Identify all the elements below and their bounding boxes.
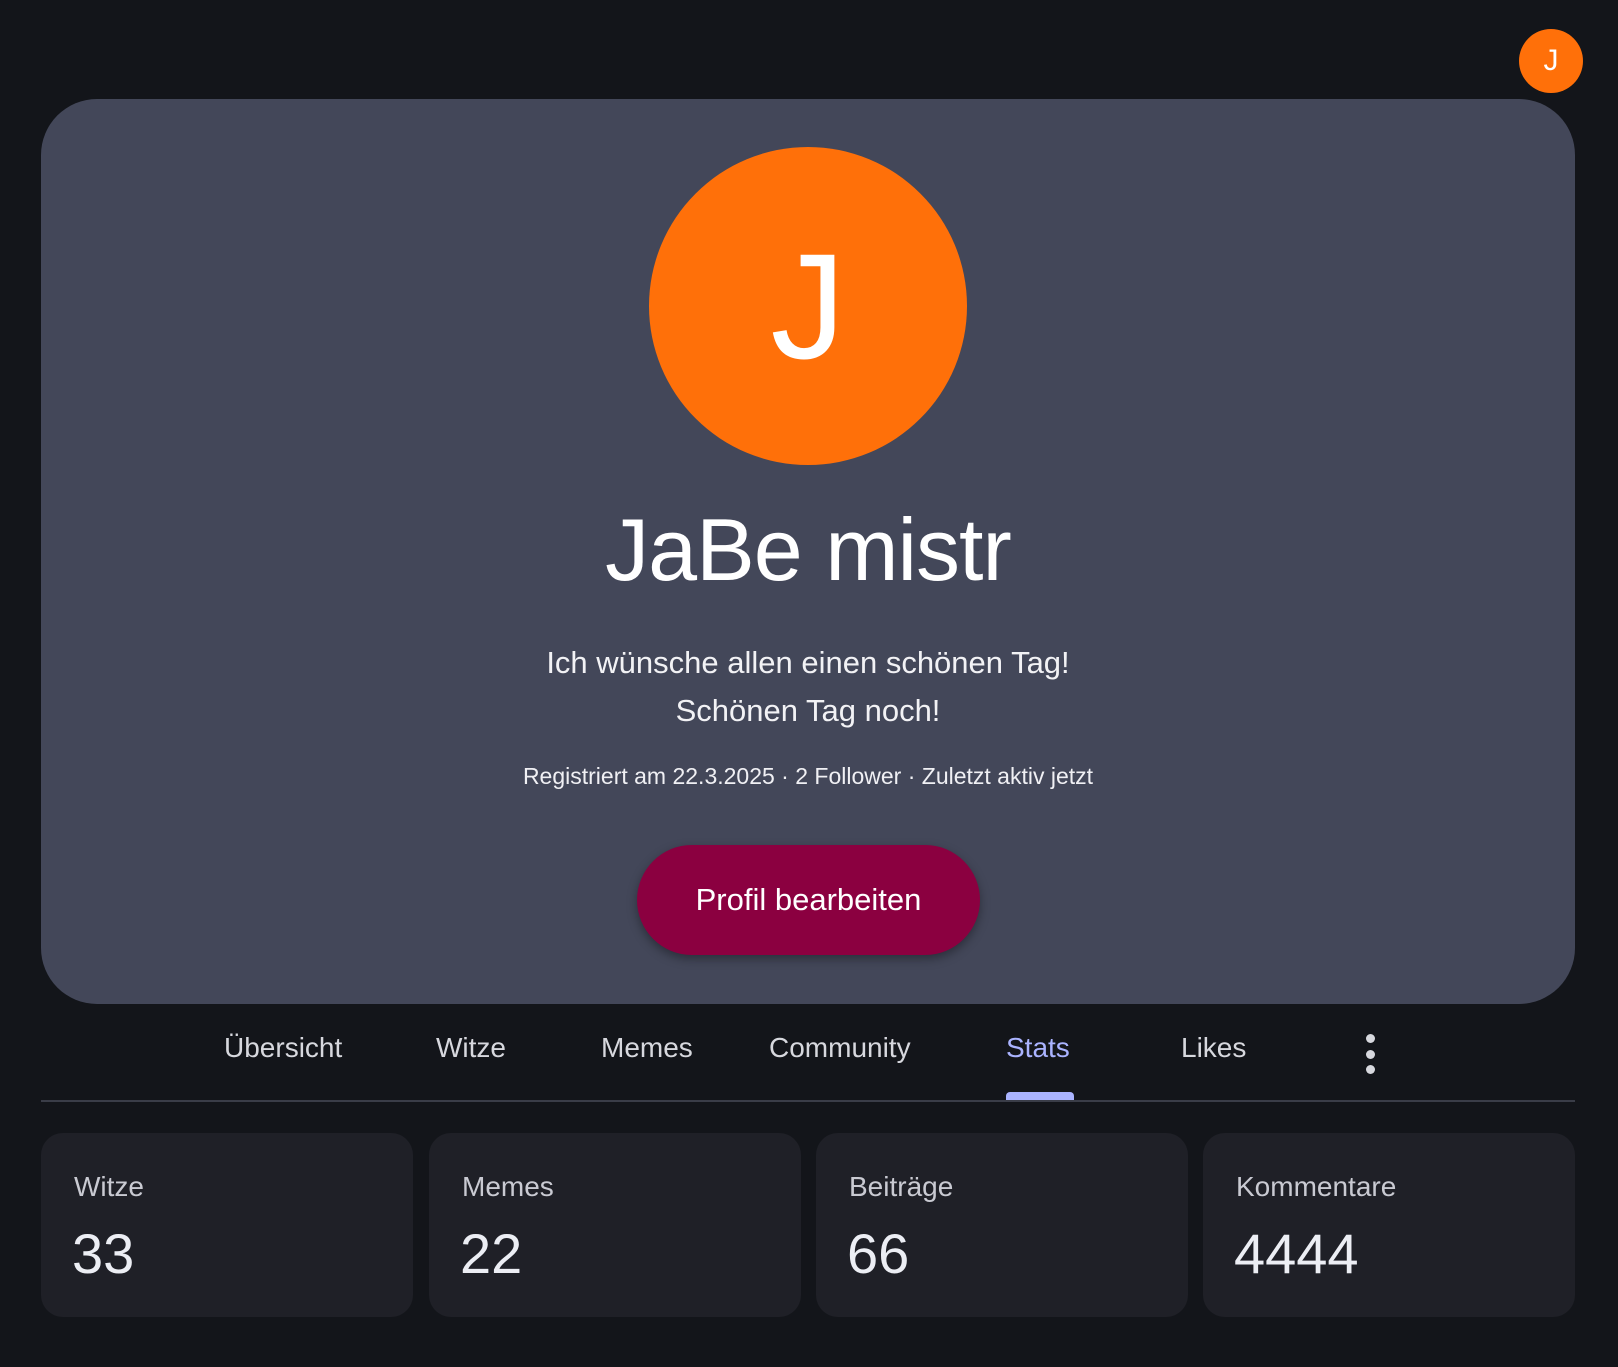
stat-card-beitraege: Beiträge 66 (816, 1133, 1188, 1317)
stat-label: Kommentare (1236, 1171, 1397, 1202)
stat-card-memes: Memes 22 (429, 1133, 801, 1317)
tab-uebersicht[interactable]: Übersicht (224, 1032, 342, 1064)
tab-community[interactable]: Community (769, 1032, 911, 1064)
profile-bio-line: Schönen Tag noch! (675, 693, 941, 728)
stat-value: 66 (847, 1222, 910, 1285)
stat-value: 22 (460, 1222, 523, 1285)
tab-memes[interactable]: Memes (601, 1032, 693, 1064)
profile-avatar-initial: J (770, 221, 846, 390)
profile-bio: Ich wünsche allen einen schönen Tag! Sch… (41, 639, 1575, 735)
stat-label: Memes (462, 1171, 554, 1202)
stat-label: Witze (74, 1171, 144, 1202)
header-avatar-button[interactable]: J (1519, 29, 1583, 93)
stat-card-kommentare: Kommentare 4444 (1203, 1133, 1575, 1317)
active-tab-indicator (1006, 1092, 1074, 1100)
stat-value: 4444 (1234, 1222, 1359, 1285)
stat-label: Beiträge (849, 1171, 954, 1202)
edit-profile-button[interactable]: Profil bearbeiten (637, 845, 980, 955)
profile-avatar: J (649, 147, 967, 465)
stat-card-witze: Witze 33 (41, 1133, 413, 1317)
tab-likes[interactable]: Likes (1181, 1032, 1246, 1064)
profile-meta: Registriert am 22.3.2025 · 2 Follower · … (522, 763, 1094, 789)
profile-bio-line: Ich wünsche allen einen schönen Tag! (546, 645, 1070, 680)
more-vertical-icon[interactable] (1360, 1034, 1380, 1074)
header-avatar-initial: J (1543, 44, 1559, 77)
tab-witze[interactable]: Witze (436, 1032, 506, 1064)
tab-stats[interactable]: Stats (1006, 1032, 1070, 1064)
profile-card: J JaBe mistr Ich wünsche allen einen sch… (41, 99, 1575, 1004)
stat-value: 33 (72, 1222, 135, 1285)
stats-grid: Witze 33 Memes 22 Beiträge 66 Kommentare… (41, 1133, 1575, 1317)
profile-tabs: Übersicht Witze Memes Community Stats Li… (41, 1004, 1575, 1102)
profile-display-name: JaBe mistr (605, 500, 1012, 599)
